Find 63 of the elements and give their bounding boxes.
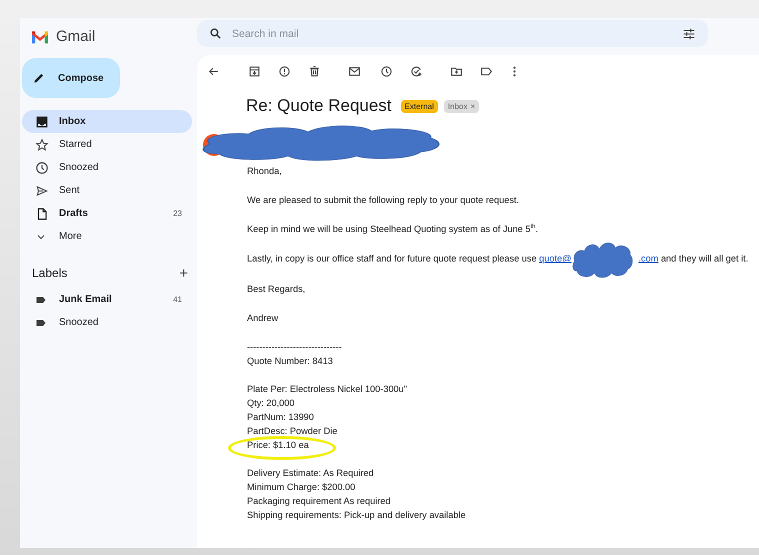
filter-sliders-icon [682,26,696,40]
unread-count: 23 [173,209,183,218]
email-subject: Re: Quote Request [246,96,392,116]
add-label-button[interactable]: + [175,264,192,282]
folder-icon [450,64,463,78]
clock-icon [35,160,49,174]
app-name: Gmail [56,28,96,45]
compose-button[interactable]: Compose [22,58,120,98]
external-tag: External [400,100,438,112]
mail-logo-icon [30,28,50,44]
body-text: Quote Number: 8413 [247,356,333,366]
search-bar[interactable]: Search in mail [197,20,708,47]
body-text: Delivery Estimate: As Required [247,468,374,478]
search-field[interactable]: Search in mail [232,28,672,40]
nav-item[interactable]: Sent [22,179,192,202]
body-text: PartDesc: Powder Die [247,426,338,436]
pencil-icon [32,71,46,85]
body-text: Shipping requirements: Pick-up and delivery available [247,510,466,520]
email-link[interactable]: quote@ [539,253,572,264]
body-text: We are pleased to submit the following reply to your quote request. [247,194,520,207]
body-text: Best Regards, [247,283,306,296]
nav-item[interactable]: Starred [22,133,192,156]
body-text: Andrew [247,312,280,325]
body-text: Rhonda, [247,165,283,178]
label-icon [480,64,493,78]
folder-button[interactable] [450,64,463,78]
label-item[interactable]: Junk Email 41 [22,288,192,311]
star-icon [35,138,49,152]
body-text: Keep in mind we will be using Steelhead Quoting system as of June 5$^{th}$. [247,222,540,236]
label-item[interactable]: Snoozed [22,311,192,334]
check-circle-plus-button[interactable] [410,64,423,78]
body-text: Packaging requirement As required [247,496,391,506]
archive-button[interactable] [248,64,261,78]
nav-item[interactable]: Inbox [22,110,192,133]
email-link[interactable]: .com [638,253,658,264]
check-circle-plus-icon [410,64,423,78]
unread-count: 41 [173,295,183,304]
file-icon [35,206,49,220]
body-text: Lastly, in copy is our office staff and for future quote request please use quote@ .com and they will all get it. [247,251,759,267]
send-icon [35,184,49,198]
body-text: PartNum: 13990 [247,412,314,422]
archive-icon [248,64,261,78]
trash-icon [308,64,321,78]
body-text: Qty: 20,000 [247,398,294,408]
nav-item[interactable]: Drafts 23 [22,202,192,225]
body-text: Price: $1.10 ea [247,440,309,450]
exclamation-circle-icon [278,64,291,78]
inbox-icon [35,114,49,128]
nav-item[interactable]: More [22,225,192,248]
body-text: Plate Per: Electroless Nickel 100-300u" [247,384,408,394]
body-text: Minimum Charge: $200.00 [247,482,356,492]
clock-icon [380,64,393,78]
search-icon [209,27,222,40]
label-chip[interactable]: Inbox × [444,100,480,112]
label-button[interactable] [480,64,493,78]
trash-button[interactable] [308,64,321,78]
labels-heading: Labels [32,266,68,280]
clock-button[interactable] [380,64,393,78]
envelope-button[interactable] [348,64,361,78]
envelope-icon [348,64,361,78]
exclamation-circle-button[interactable] [278,64,291,78]
nav-item[interactable]: Snoozed [22,156,192,179]
body-text: ------------------------------- [247,342,342,352]
